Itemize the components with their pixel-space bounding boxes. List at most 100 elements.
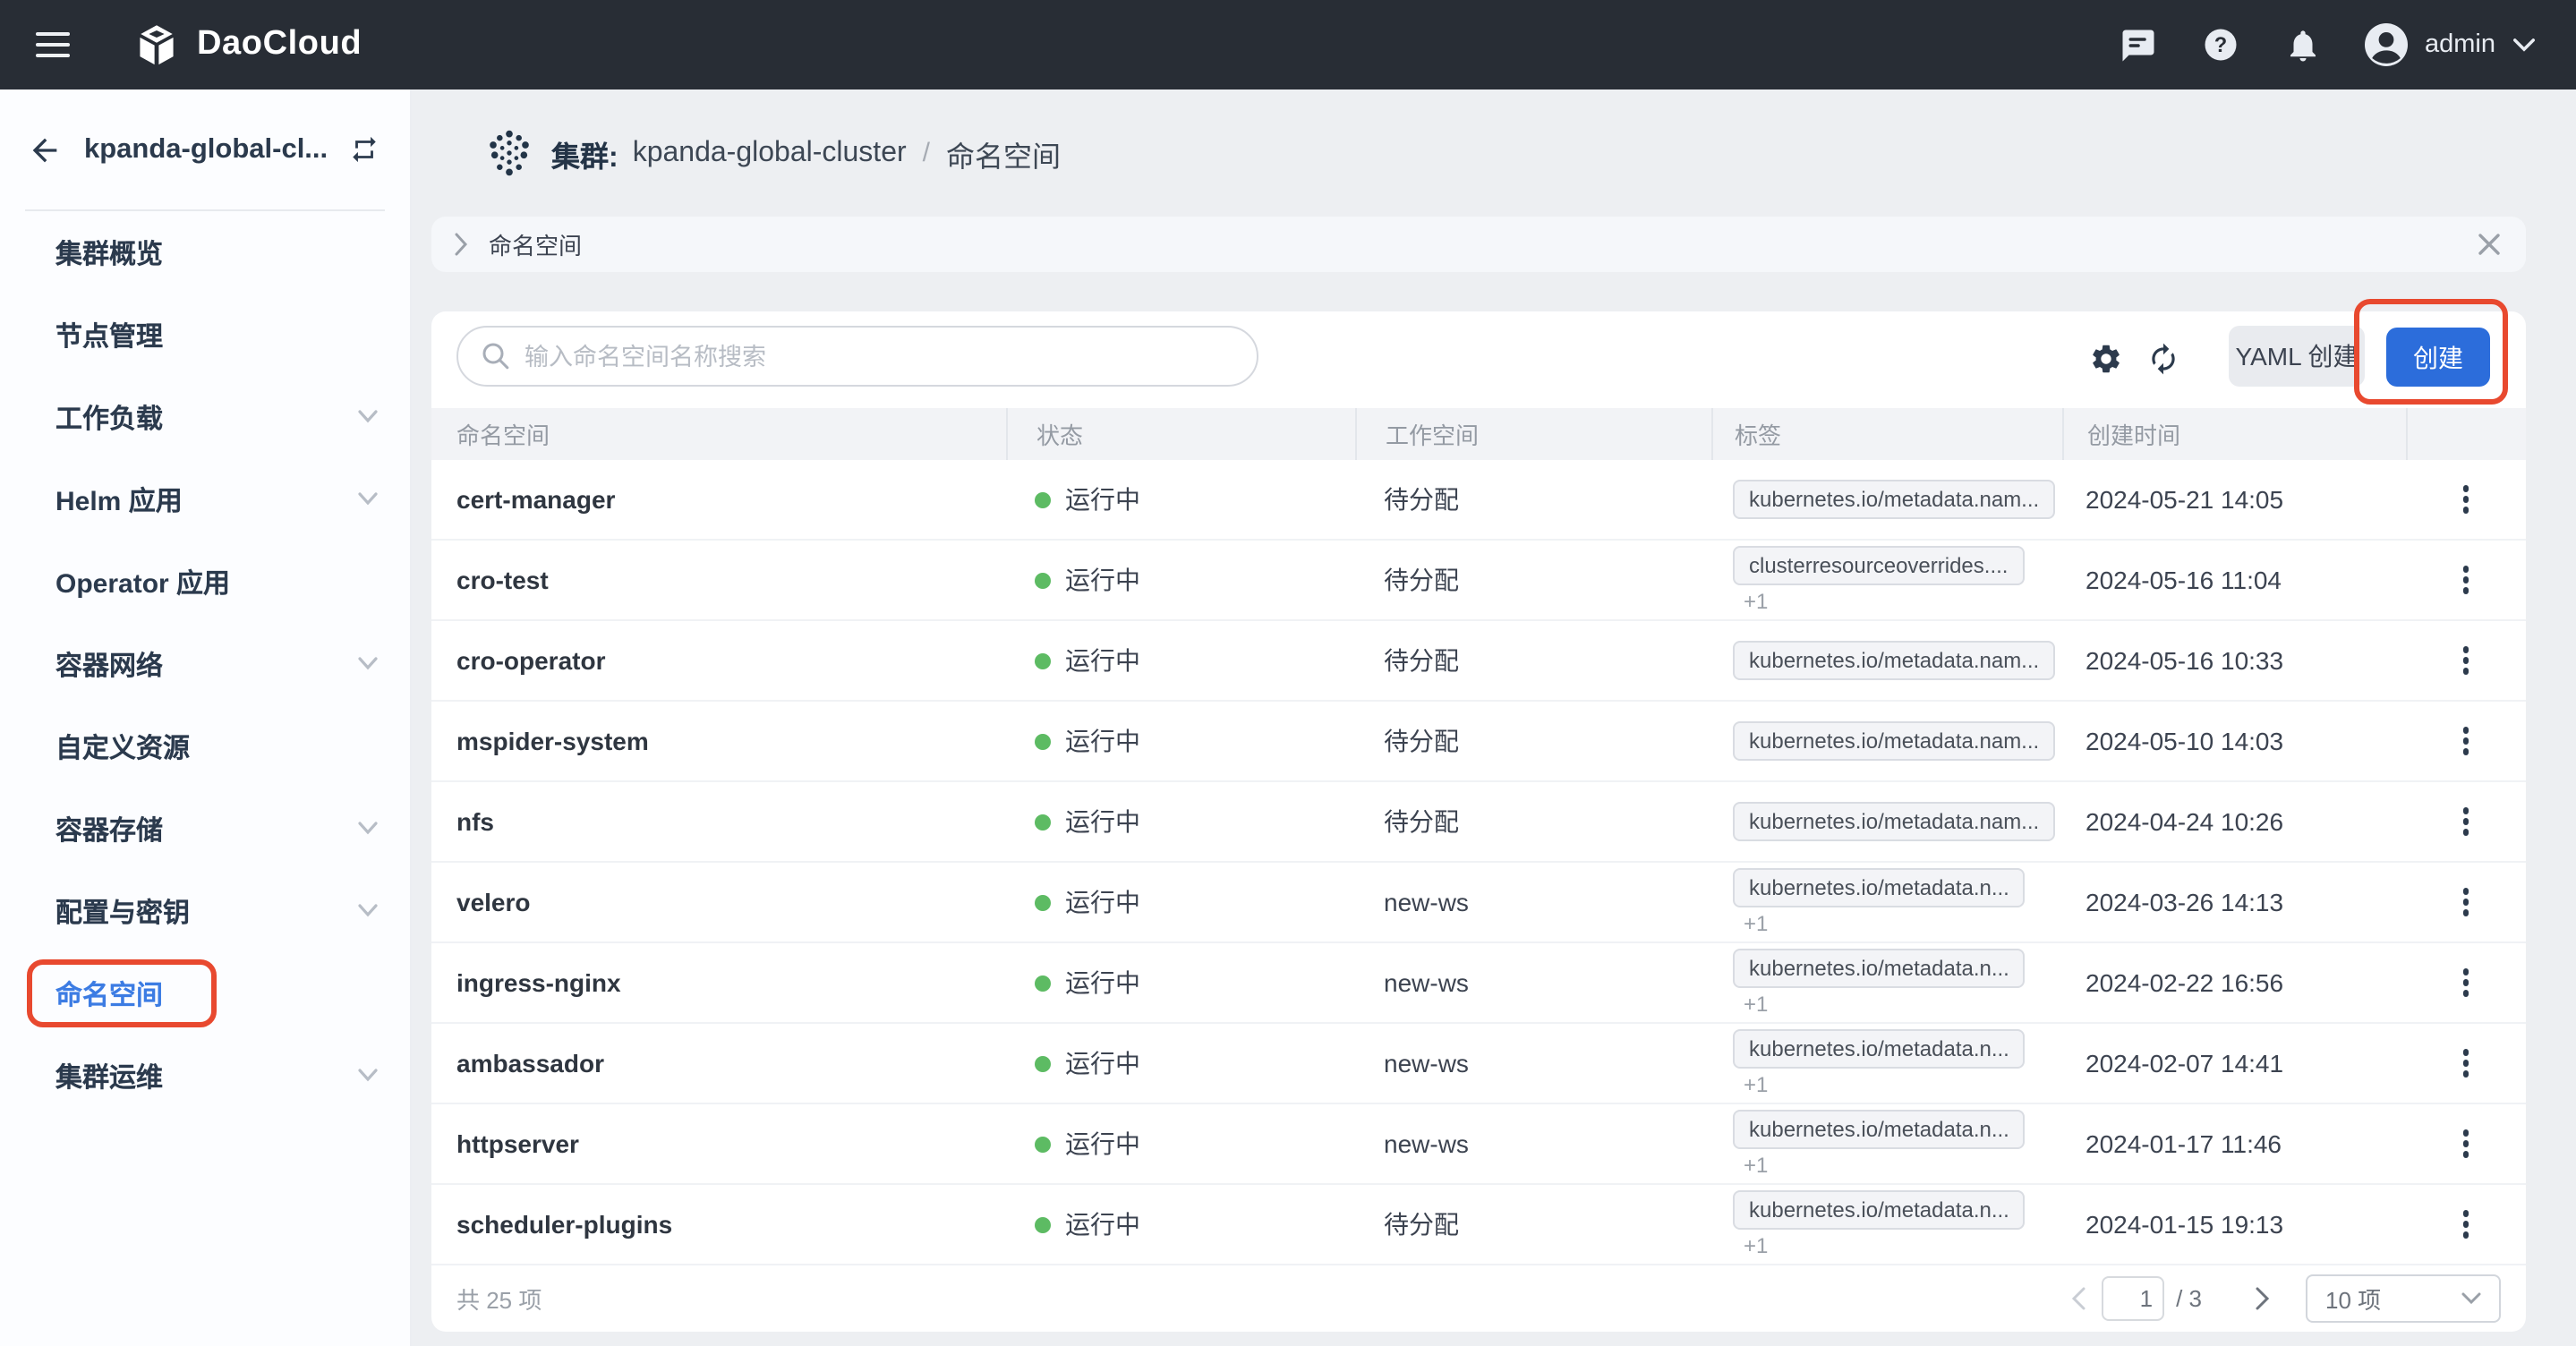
chevron-down-icon: [358, 657, 378, 670]
kebab-menu-icon[interactable]: [2456, 1204, 2477, 1246]
workspace-cell: 待分配: [1384, 566, 1459, 594]
status-text: 运行中: [1065, 727, 1140, 755]
breadcrumb: 集群: kpanda-global-cluster / 命名空间: [412, 89, 2576, 217]
total-count: 共 25 项: [456, 1287, 542, 1314]
labels-cell: kubernetes.io/metadata.nam...: [1711, 721, 2062, 761]
actions-cell: [2406, 479, 2526, 521]
status-dot: [1035, 1216, 1051, 1232]
sidebar-item-2[interactable]: 工作负载: [0, 376, 410, 458]
workspace-cell: new-ws: [1384, 1129, 1469, 1158]
next-page-icon[interactable]: [2256, 1287, 2270, 1310]
status-cell: 运行中: [1006, 562, 1355, 598]
column-header-workspace: 工作空间: [1355, 408, 1711, 460]
actions-cell: [2406, 640, 2526, 682]
workspace-cell: 待分配: [1384, 727, 1459, 755]
table-row[interactable]: nfs 运行中 待分配 kubernetes.io/metadata.nam..…: [431, 782, 2526, 863]
sidebar-item-8[interactable]: 配置与密钥: [0, 870, 410, 952]
kebab-menu-icon[interactable]: [2456, 720, 2477, 762]
kebab-menu-icon[interactable]: [2456, 882, 2477, 924]
namespace-name[interactable]: scheduler-plugins: [431, 1210, 1006, 1239]
workspace-cell: 待分配: [1384, 807, 1459, 836]
breadcrumb-cluster[interactable]: kpanda-global-cluster: [633, 137, 907, 169]
table-footer: 共 25 项 / 3 10 项: [431, 1265, 2526, 1332]
refresh-icon[interactable]: [2146, 342, 2180, 376]
sidebar-item-10[interactable]: 集群运维: [0, 1035, 410, 1117]
table-body: cert-manager 运行中 待分配 kubernetes.io/metad…: [431, 460, 2526, 1265]
table-row[interactable]: velero 运行中 new-ws kubernetes.io/metadata…: [431, 863, 2526, 943]
workspace-cell: new-ws: [1384, 1049, 1469, 1078]
breadcrumb-prefix: 集群:: [551, 142, 618, 173]
create-button[interactable]: 创建: [2386, 328, 2490, 387]
table-row[interactable]: ambassador 运行中 new-ws kubernetes.io/meta…: [431, 1024, 2526, 1104]
gear-icon[interactable]: [2089, 342, 2123, 376]
table-row[interactable]: scheduler-plugins 运行中 待分配 kubernetes.io/…: [431, 1185, 2526, 1265]
menu-toggle-icon[interactable]: [36, 31, 70, 58]
namespace-name[interactable]: cro-operator: [431, 646, 1006, 675]
kebab-menu-icon[interactable]: [2456, 640, 2477, 682]
kebab-menu-icon[interactable]: [2456, 479, 2477, 521]
labels-cell: clusterresourceoverrides.... +1: [1711, 546, 2062, 614]
labels-cell: kubernetes.io/metadata.nam...: [1711, 480, 2062, 519]
back-arrow-icon[interactable]: [27, 132, 63, 167]
kebab-menu-icon[interactable]: [2456, 559, 2477, 601]
kebab-menu-icon[interactable]: [2456, 962, 2477, 1004]
sidebar-item-label: 工作负载: [55, 404, 164, 434]
table-row[interactable]: mspider-system 运行中 待分配 kubernetes.io/met…: [431, 702, 2526, 782]
page-number-input[interactable]: [2101, 1276, 2164, 1321]
table-row[interactable]: cro-test 运行中 待分配 clusterresourceoverride…: [431, 541, 2526, 621]
kebab-menu-icon[interactable]: [2456, 1043, 2477, 1085]
brand: DaoCloud: [132, 21, 362, 69]
sidebar-item-4[interactable]: Operator 应用: [0, 541, 410, 623]
table-header: 命名空间 状态 工作空间 标签 创建时间: [431, 408, 2526, 460]
sidebar-item-9[interactable]: 命名空间: [0, 952, 410, 1035]
prev-page-icon[interactable]: [2070, 1287, 2085, 1310]
sidebar: kpanda-global-cl... 集群概览 节点管理 工作负载 Helm …: [0, 89, 412, 1346]
pagination: / 3 10 项: [2070, 1274, 2501, 1323]
label-chip: kubernetes.io/metadata.nam...: [1733, 802, 2056, 841]
table-row[interactable]: cro-operator 运行中 待分配 kubernetes.io/metad…: [431, 621, 2526, 702]
message-icon[interactable]: [2119, 26, 2156, 64]
namespace-name[interactable]: cro-test: [431, 566, 1006, 594]
namespace-name[interactable]: velero: [431, 888, 1006, 916]
topbar: DaoCloud ? admin: [0, 0, 2576, 89]
table-row[interactable]: httpserver 运行中 new-ws kubernetes.io/meta…: [431, 1104, 2526, 1185]
user-menu[interactable]: admin: [2362, 21, 2537, 68]
created-cell: 2024-03-26 14:13: [2086, 888, 2284, 916]
status-text: 运行中: [1065, 1049, 1140, 1078]
namespace-name[interactable]: mspider-system: [431, 727, 1006, 755]
status-text: 运行中: [1065, 566, 1140, 594]
yaml-create-button[interactable]: YAML 创建: [2229, 326, 2365, 387]
page-tab-bar[interactable]: 命名空间: [431, 217, 2526, 272]
sidebar-item-3[interactable]: Helm 应用: [0, 458, 410, 541]
kebab-menu-icon[interactable]: [2456, 801, 2477, 843]
sidebar-item-5[interactable]: 容器网络: [0, 623, 410, 705]
topbar-actions: ? admin: [2119, 21, 2537, 68]
kebab-menu-icon[interactable]: [2456, 1123, 2477, 1165]
sidebar-item-1[interactable]: 节点管理: [0, 294, 410, 376]
status-cell: 运行中: [1006, 643, 1355, 678]
page-size-select[interactable]: 10 项: [2306, 1274, 2501, 1323]
cluster-name: kpanda-global-cl...: [84, 133, 328, 164]
sidebar-item-6[interactable]: 自定义资源: [0, 705, 410, 788]
chevron-right-icon: [455, 233, 468, 256]
search-input[interactable]: [525, 343, 1233, 370]
namespace-name[interactable]: nfs: [431, 807, 1006, 836]
actions-cell: [2406, 882, 2526, 924]
namespace-name[interactable]: httpserver: [431, 1129, 1006, 1158]
switch-cluster-icon[interactable]: [349, 134, 380, 165]
table-row[interactable]: cert-manager 运行中 待分配 kubernetes.io/metad…: [431, 460, 2526, 541]
table-row[interactable]: ingress-nginx 运行中 new-ws kubernetes.io/m…: [431, 943, 2526, 1024]
help-icon[interactable]: ?: [2201, 26, 2239, 64]
sidebar-item-7[interactable]: 容器存储: [0, 788, 410, 870]
actions-cell: [2406, 559, 2526, 601]
status-cell: 运行中: [1006, 884, 1355, 920]
namespace-name[interactable]: ambassador: [431, 1049, 1006, 1078]
namespace-name[interactable]: ingress-nginx: [431, 968, 1006, 997]
sidebar-item-0[interactable]: 集群概览: [0, 211, 410, 294]
bell-icon[interactable]: [2283, 26, 2321, 64]
status-text: 运行中: [1065, 888, 1140, 916]
status-text: 运行中: [1065, 1210, 1140, 1239]
namespace-name[interactable]: cert-manager: [431, 485, 1006, 514]
labels-cell: kubernetes.io/metadata.n... +1: [1711, 1110, 2062, 1178]
close-icon[interactable]: [2478, 233, 2501, 256]
